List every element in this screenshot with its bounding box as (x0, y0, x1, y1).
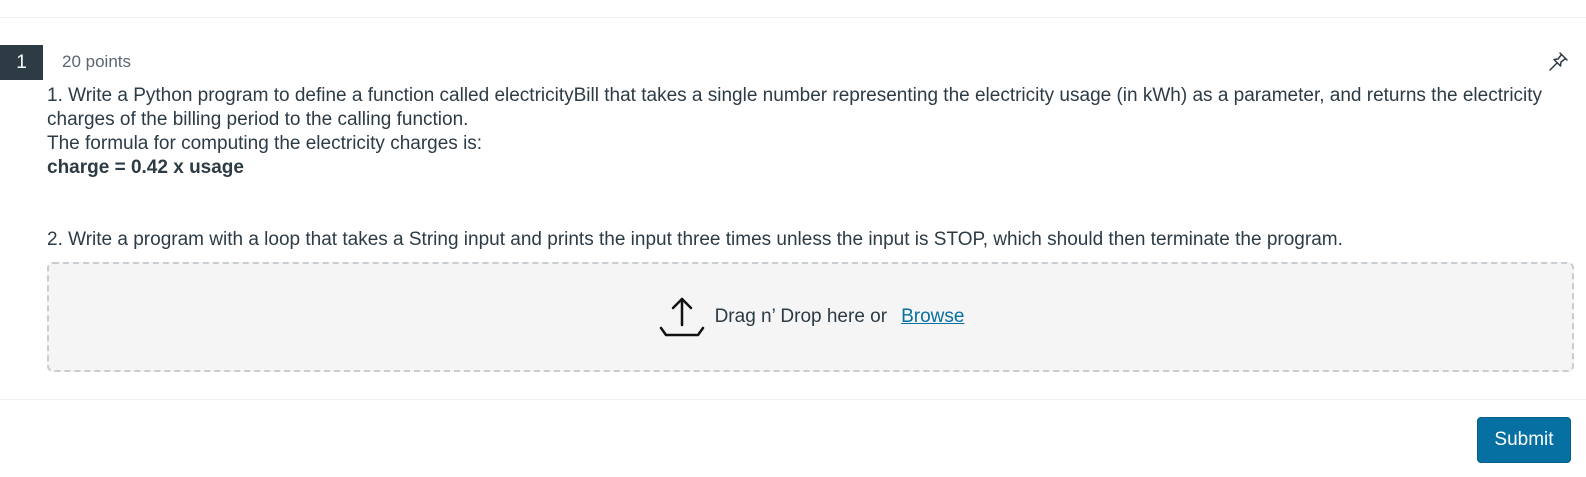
question-points: 20 points (62, 52, 131, 71)
top-divider (0, 17, 1586, 18)
quiz-question-page: 1 20 points 1. Write a Python program to… (0, 0, 1586, 477)
question-part1-formula-intro: The formula for computing the electricit… (47, 133, 483, 154)
pin-icon[interactable] (1546, 50, 1570, 74)
question-text: 1. Write a Python program to define a fu… (47, 84, 1552, 180)
browse-link[interactable]: Browse (901, 306, 964, 328)
question-number-badge: 1 (0, 45, 43, 80)
file-dropzone[interactable]: Drag n’ Drop here or Browse (47, 262, 1574, 372)
bottom-divider (0, 399, 1586, 400)
question-part1: 1. Write a Python program to define a fu… (47, 85, 1543, 130)
drop-instructions: Drag n’ Drop here or (714, 306, 888, 327)
question-formula: charge = 0.42 x usage (47, 157, 244, 178)
submit-button[interactable]: Submit (1477, 417, 1571, 463)
question-part2: 2. Write a program with a loop that take… (47, 229, 1343, 250)
upload-icon (659, 297, 704, 337)
